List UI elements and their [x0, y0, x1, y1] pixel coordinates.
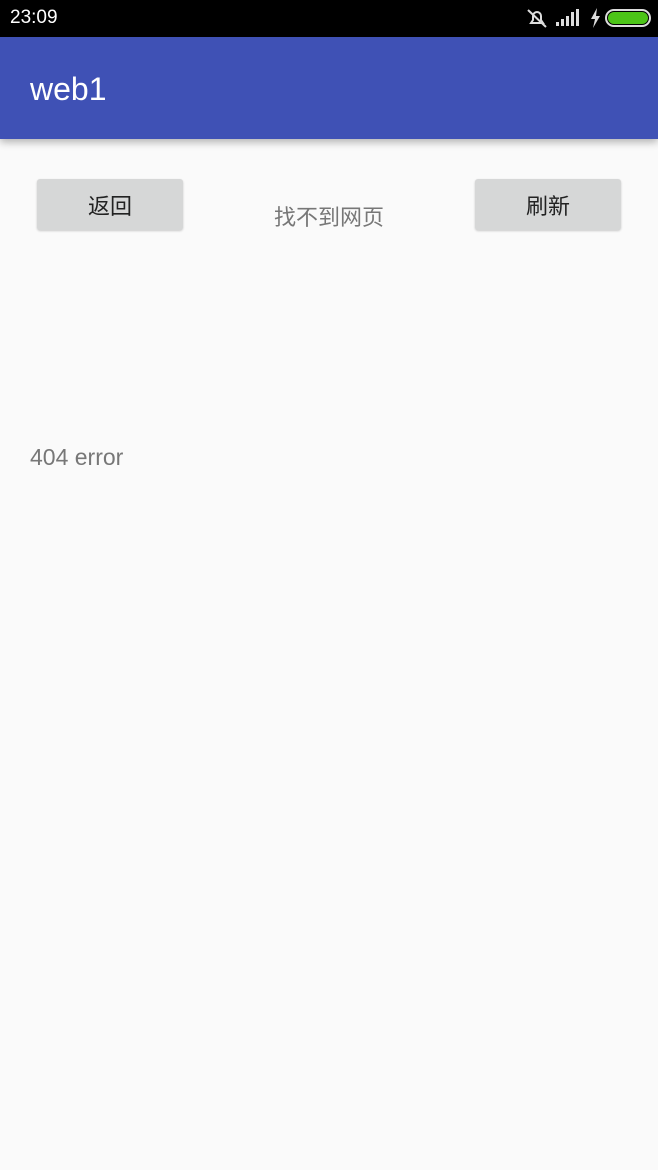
notifications-off-icon	[527, 9, 547, 28]
clock: 23:09	[10, 7, 58, 28]
charging-icon	[591, 8, 600, 28]
error-text: 404 error	[30, 444, 124, 470]
app-title: web1	[30, 71, 107, 107]
refresh-button[interactable]: 刷新	[475, 179, 621, 230]
battery-icon	[605, 9, 651, 27]
signal-icon	[556, 9, 579, 26]
status-bar: 23:09	[0, 0, 658, 37]
app-bar: web1	[0, 37, 658, 139]
